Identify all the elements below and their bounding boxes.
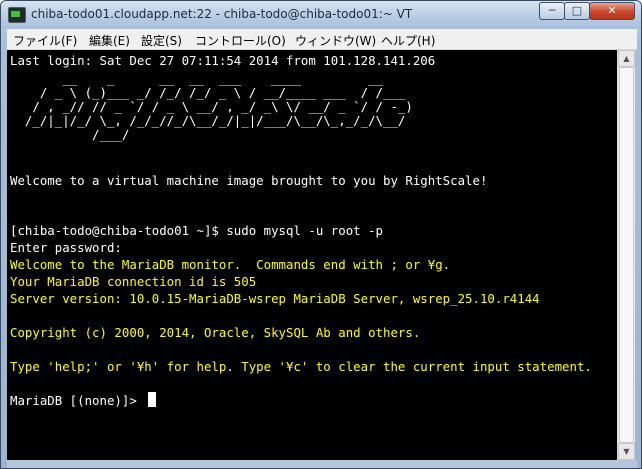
- window-bottom-frame: [7, 460, 637, 468]
- terminal-output[interactable]: Last login: Sat Dec 27 07:11:54 2014 fro…: [7, 50, 617, 460]
- shell-command-line: [chiba-todo@chiba-todo01 ~]$ sudo mysql …: [10, 223, 383, 238]
- menu-control[interactable]: コントロール(O): [195, 32, 286, 49]
- connection-id-line: Your MariaDB connection id is 505: [10, 274, 257, 289]
- password-prompt-line: Enter password:: [10, 240, 122, 255]
- minimize-button[interactable]: ─: [539, 2, 565, 20]
- title-bar[interactable]: chiba-todo01.cloudapp.net:22 - chiba-tod…: [1, 1, 641, 29]
- vertical-scrollbar[interactable]: ▲ ▼: [617, 50, 635, 460]
- last-login-line: Last login: Sat Dec 27 07:11:54 2014 fro…: [10, 53, 436, 68]
- window-title: chiba-todo01.cloudapp.net:22 - chiba-tod…: [31, 7, 413, 21]
- terminal-window: chiba-todo01.cloudapp.net:22 - chiba-tod…: [0, 0, 642, 469]
- mariadb-prompt: MariaDB [(none)]>: [10, 393, 145, 408]
- menu-file[interactable]: ファイル(F): [13, 32, 77, 49]
- text-cursor: [148, 392, 156, 407]
- server-version-line: Server version: 10.0.15-MariaDB-wsrep Ma…: [10, 291, 540, 306]
- help-hint-line: Type 'help;' or '¥h' for help. Type '¥c'…: [10, 359, 592, 374]
- menu-window[interactable]: ウィンドウ(W): [295, 32, 376, 49]
- menu-bar: ファイル(F) 編集(E) 設定(S) コントロール(O) ウィンドウ(W) ヘ…: [7, 29, 637, 50]
- welcome-line: Welcome to a virtual machine image broug…: [10, 173, 488, 188]
- close-button[interactable]: ✕: [589, 2, 635, 20]
- mariadb-welcome-line: Welcome to the MariaDB monitor. Commands…: [10, 257, 451, 272]
- menu-edit[interactable]: 編集(E): [89, 32, 130, 49]
- scroll-thumb[interactable]: [619, 67, 634, 443]
- copyright-line: Copyright (c) 2000, 2014, Oracle, SkySQL…: [10, 325, 421, 340]
- menu-settings[interactable]: 設定(S): [141, 32, 182, 49]
- menu-help[interactable]: ヘルプ(H): [381, 32, 435, 49]
- ascii-banner-line: /___/: [10, 127, 130, 142]
- terminal-app-icon[interactable]: [8, 7, 26, 23]
- maximize-button[interactable]: □: [564, 2, 590, 20]
- scroll-down-button[interactable]: ▼: [618, 443, 635, 460]
- scroll-up-button[interactable]: ▲: [618, 50, 635, 67]
